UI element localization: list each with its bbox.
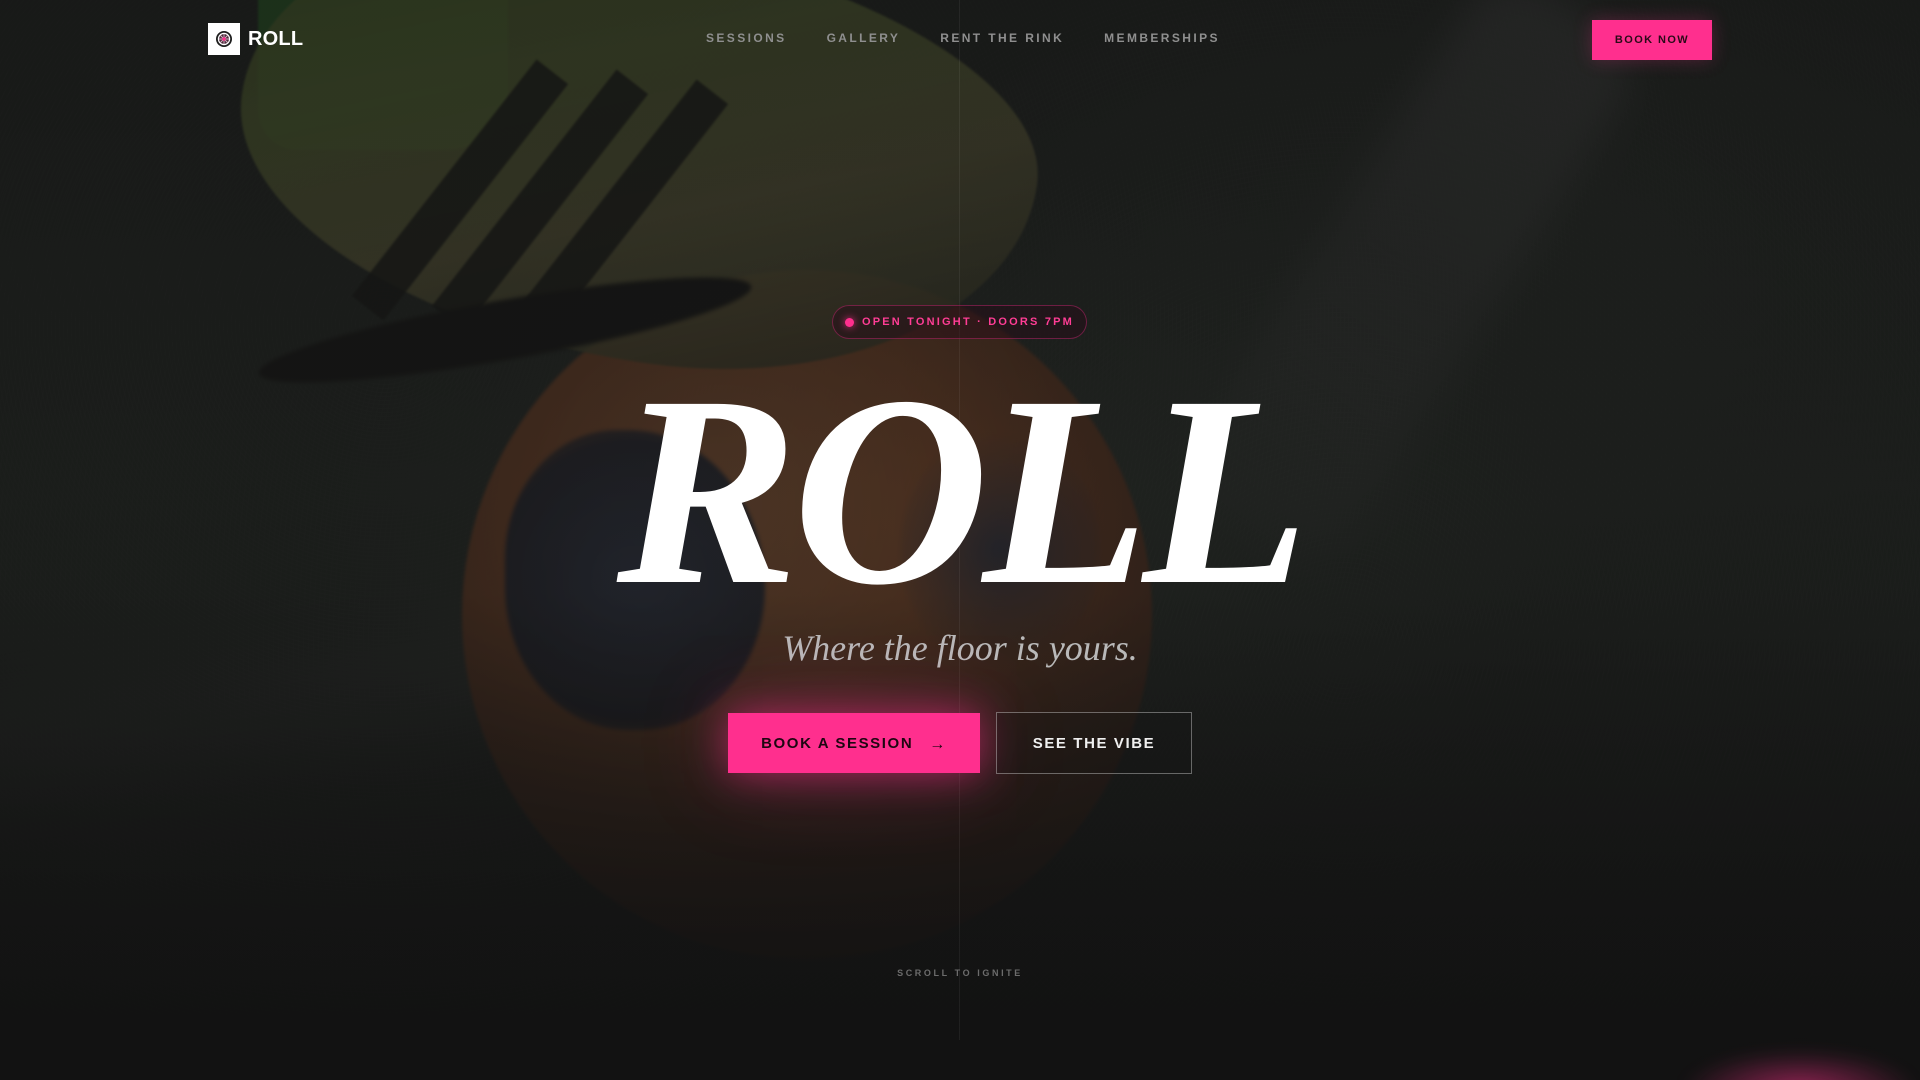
disco-ball-icon xyxy=(208,23,240,55)
hero-tagline: Where the floor is yours. xyxy=(782,628,1138,668)
scroll-hint: SCROLL TO IGNITE xyxy=(897,968,1023,978)
hero-title: ROLL xyxy=(616,340,1309,641)
brand-logo[interactable]: ROLL xyxy=(208,23,303,55)
main-nav: SESSIONS GALLERY RENT THE RINK MEMBERSHI… xyxy=(706,31,1220,45)
book-a-session-label: BOOK A SESSION xyxy=(761,734,914,752)
status-badge-text: OPEN TONIGHT · DOORS 7PM xyxy=(861,316,1075,328)
arrow-right-icon: → xyxy=(929,736,947,753)
book-a-session-button[interactable]: BOOK A SESSION → xyxy=(728,713,980,773)
brand-name: ROLL xyxy=(248,27,304,50)
book-now-button[interactable]: BOOK NOW xyxy=(1592,20,1712,60)
status-badge: OPEN TONIGHT · DOORS 7PM xyxy=(832,305,1087,339)
nav-item-sessions[interactable]: SESSIONS xyxy=(706,31,787,45)
see-the-vibe-button[interactable]: SEE THE VIBE xyxy=(996,712,1192,774)
site-header: ROLL SESSIONS GALLERY RENT THE RINK MEMB… xyxy=(0,0,1920,80)
nav-item-gallery[interactable]: GALLERY xyxy=(827,31,901,45)
live-dot-icon xyxy=(844,317,854,327)
nav-item-memberships[interactable]: MEMBERSHIPS xyxy=(1104,31,1220,45)
nav-item-rent-the-rink[interactable]: RENT THE RINK xyxy=(940,31,1064,45)
